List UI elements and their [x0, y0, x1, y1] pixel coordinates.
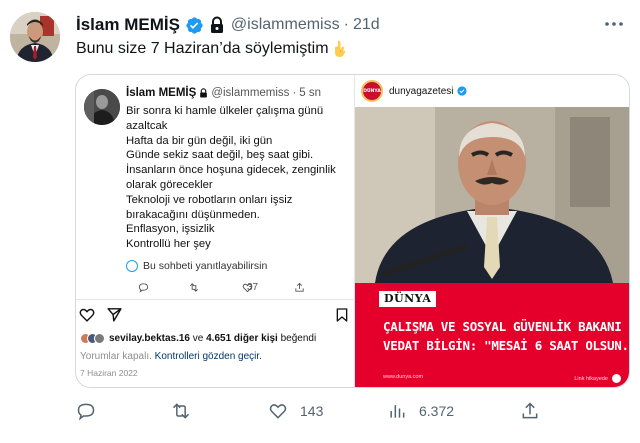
pointing-down-hand-icon	[332, 40, 348, 58]
embedded-line: Enflasyon, işsizlik	[126, 223, 215, 236]
embedded-like-count: 37	[247, 282, 259, 293]
likes-user: sevilay.bektas.16	[109, 333, 190, 344]
share-icon	[522, 402, 538, 419]
embedded-line: azaltcak	[126, 119, 168, 132]
embedded-time: 5 sn	[299, 87, 322, 99]
embedded-line: Hafta da bir gün değil, iki gün	[126, 134, 273, 147]
author-name[interactable]: İslam MEMİŞ	[76, 15, 180, 35]
embedded-lock-icon	[200, 88, 208, 98]
bookmark-icon	[336, 308, 348, 322]
retweet-button[interactable]	[171, 398, 203, 424]
embedded-line: Bir sonra ki hamle ülkeler çalışma günü	[126, 105, 324, 117]
minister-photo	[355, 107, 629, 283]
views-button[interactable]: 6.372	[387, 398, 454, 424]
tweet: İslam MEMİŞ @islammemiss · 21d Bunu size…	[0, 0, 640, 443]
story-link-text: Link hikayede	[574, 375, 608, 382]
embedded-avatar	[84, 89, 120, 125]
newspaper-account: dunyagazetesi	[389, 85, 454, 97]
embedded-screenshot: İslam MEMİŞ @islammemiss · 5 sn Bir sonr…	[76, 75, 355, 387]
verified-badge-icon	[185, 16, 204, 35]
headline-band: DÜNYA ÇALIŞMA VE SOSYAL GÜVENLİK BAKANI …	[355, 283, 630, 387]
reply-button[interactable]	[76, 398, 108, 424]
newspaper-verified-icon	[456, 86, 467, 96]
news-website: www.dunya.com	[383, 374, 424, 380]
comments-off-text: Yorumlar kapalı.	[80, 351, 152, 362]
author-handle[interactable]: @islammemiss	[231, 16, 340, 34]
tweet-text-content: Bunu size 7 Haziran’da söylemiştim	[76, 40, 329, 57]
like-button[interactable]: 143	[268, 398, 323, 424]
heart-icon	[79, 308, 95, 322]
likes-mid: ve	[190, 333, 207, 344]
share-button[interactable]	[520, 398, 540, 424]
newspaper-logo: DÜNYA	[361, 80, 383, 102]
instagram-likes: sevilay.bektas.16 ve 4.651 diğer kişi be…	[80, 333, 316, 344]
reply-icon	[77, 403, 95, 421]
embedded-share-icon	[294, 282, 305, 293]
embedded-reply-icon	[138, 282, 149, 293]
embedded-reply-text: Bu sohbeti yanıtlayabilirsin	[143, 260, 268, 272]
embedded-like: 37	[242, 282, 258, 293]
liker-avatar	[94, 333, 105, 344]
embedded-line: Teknoloji ve robotların onları işsiz	[126, 193, 293, 206]
embedded-separator: ·	[292, 87, 297, 99]
tweet-header: İslam MEMİŞ @islammemiss · 21d	[76, 14, 380, 36]
embedded-header: İslam MEMİŞ @islammemiss · 5 sn	[126, 87, 321, 99]
instagram-action-bar	[76, 304, 356, 326]
more-options-icon[interactable]	[602, 14, 626, 34]
embedded-retweet-icon	[188, 282, 200, 293]
newspaper-header: DÜNYA dunyagazetesi	[355, 75, 629, 107]
embedded-actions: 37	[138, 282, 338, 296]
media-image[interactable]: İslam MEMİŞ @islammemiss · 5 sn Bir sonr…	[75, 74, 630, 388]
likes-end: beğendi	[277, 333, 317, 344]
separator-dot: ·	[343, 16, 349, 33]
news-headline: ÇALIŞMA VE SOSYAL GÜVENLİK BAKANI VEDAT …	[383, 317, 630, 355]
comments-status: Yorumlar kapalı. Kontrolleri gözden geçi…	[80, 351, 262, 362]
heart-icon	[269, 404, 287, 419]
arrow-icon	[612, 374, 621, 383]
embedded-line: İnsanların önce hoşuna gidecek, zenginli…	[126, 164, 336, 177]
embedded-line: Kontrollü her şey	[126, 238, 211, 251]
embedded-line: Günde sekiz saat değil, beş saat gibi.	[126, 149, 314, 162]
embedded-line: olarak görecekler	[126, 178, 213, 191]
tweet-action-bar: 143 6.372	[74, 398, 634, 424]
views-count: 6.372	[419, 403, 455, 419]
lock-icon	[209, 16, 225, 34]
newspaper-post: DÜNYA dunyagazetesi DÜNYA ÇALIŞMA VE SOS…	[355, 75, 629, 387]
headline-line: ÇALIŞMA VE SOSYAL GÜVENLİK BAKANI	[383, 319, 622, 334]
newspaper-logo-text: DÜNYA	[363, 88, 381, 94]
embedded-reply-notice: Bu sohbeti yanıtlayabilirsin	[126, 260, 267, 272]
likes-count: 4.651 diğer kişi	[206, 333, 278, 344]
story-link: Link hikayede	[574, 374, 621, 383]
embedded-author-name: İslam MEMİŞ	[126, 87, 197, 99]
views-icon	[390, 405, 405, 418]
tweet-time[interactable]: 21d	[353, 16, 380, 34]
avatar[interactable]	[10, 12, 60, 62]
like-count: 143	[300, 403, 324, 419]
tweet-text: Bunu size 7 Haziran’da söylemiştim	[76, 40, 348, 58]
post-date: 7 Haziran 2022	[80, 368, 138, 378]
review-controls-link: Kontrolleri gözden geçir.	[154, 351, 262, 362]
at-mention-icon	[126, 260, 138, 272]
news-footer: www.dunya.com Link hikayede	[383, 374, 623, 384]
headline-line: VEDAT BİLGİN: "MESAİ 6 SAAT OLSUN."	[383, 338, 630, 353]
embedded-author-handle: @islammemiss	[211, 87, 290, 99]
embedded-line: bırakacağını düşünmeden.	[126, 208, 260, 221]
divider	[76, 299, 354, 300]
newspaper-brand: DÜNYA	[379, 291, 437, 307]
retweet-icon	[172, 403, 190, 419]
send-icon	[107, 308, 122, 322]
embedded-body: Bir sonra ki hamle ülkeler çalışma günü …	[126, 104, 352, 252]
